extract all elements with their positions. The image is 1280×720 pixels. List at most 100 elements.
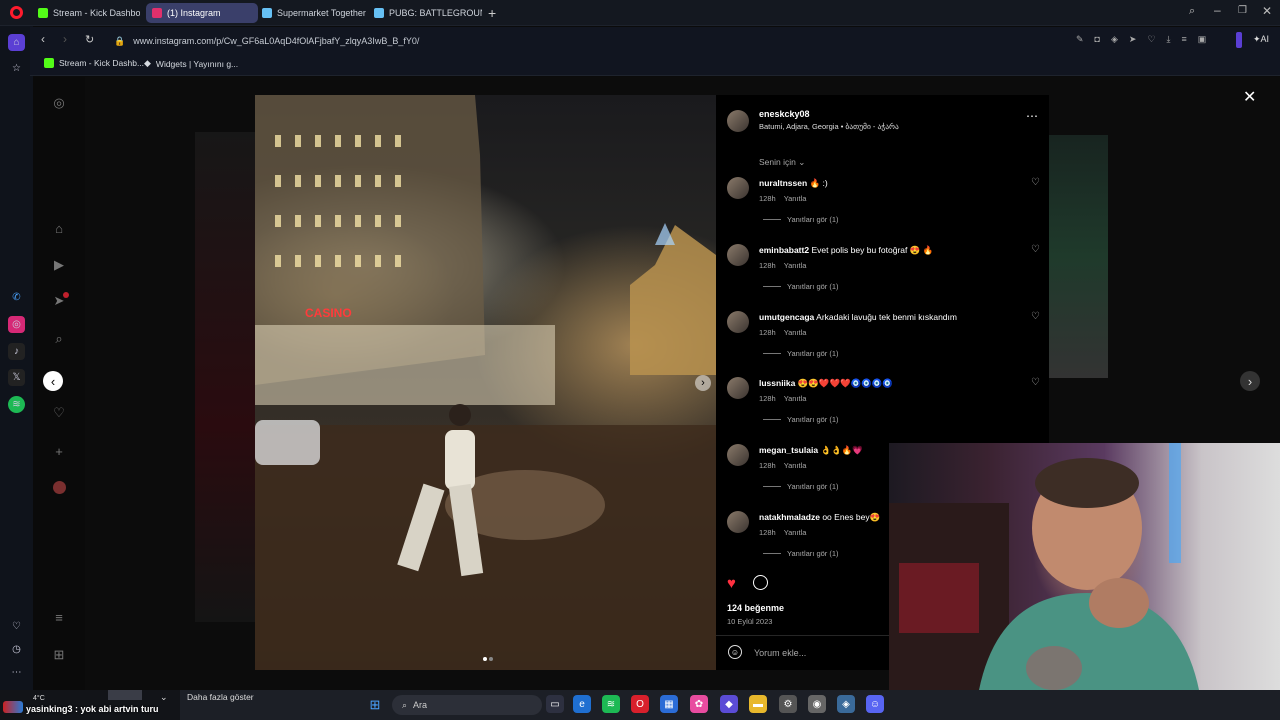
close-modal-icon[interactable]: ✕: [1243, 87, 1256, 107]
reply-button[interactable]: Yanıtla: [784, 261, 807, 270]
comment-like-icon[interactable]: ♡: [1031, 177, 1040, 188]
spotify-icon[interactable]: ≋: [8, 396, 25, 413]
reply-button[interactable]: Yanıtla: [784, 394, 807, 403]
notifications-heart-icon[interactable]: ♡: [50, 404, 68, 422]
view-replies-button[interactable]: Yanıtları gör (1): [763, 415, 839, 424]
maximize-icon[interactable]: ❐: [1238, 5, 1247, 16]
like-heart-icon[interactable]: ♥: [727, 575, 736, 592]
edit-icon[interactable]: ✎: [1076, 34, 1084, 45]
bookmarks-icon[interactable]: ☆: [8, 60, 25, 77]
commenter-avatar[interactable]: [727, 243, 749, 266]
more-menu-icon[interactable]: ≡: [50, 608, 68, 626]
view-replies-button[interactable]: Yanıtları gör (1): [763, 549, 839, 558]
comment-filter[interactable]: Senin için ⌄: [759, 157, 805, 168]
close-window-icon[interactable]: ✕: [1262, 4, 1272, 18]
steam-taskbar-icon[interactable]: ⚙: [779, 695, 797, 713]
app-icon-3[interactable]: ◈: [837, 695, 855, 713]
home-icon[interactable]: ⌂: [8, 34, 25, 51]
post-image[interactable]: CASINO ›: [255, 95, 716, 670]
more-options-icon[interactable]: ⋯: [1026, 109, 1038, 123]
taskbar-search[interactable]: ⌕ Ara: [392, 695, 542, 715]
favorite-icon[interactable]: ♡: [1147, 34, 1155, 45]
app-icon-2[interactable]: ◆: [720, 695, 738, 713]
bookmark-kick[interactable]: Stream - Kick Dashb...: [44, 58, 144, 68]
comment-like-icon[interactable]: ♡: [1031, 244, 1040, 255]
forward-icon[interactable]: ›: [63, 32, 67, 46]
reply-button[interactable]: Yanıtla: [784, 194, 807, 203]
shield-icon[interactable]: ◈: [1111, 34, 1118, 45]
messenger-icon[interactable]: ✆: [8, 289, 25, 306]
commenter-avatar[interactable]: [727, 310, 749, 333]
comment-like-icon[interactable]: ♡: [1031, 377, 1040, 388]
camera-icon[interactable]: ◘: [1095, 34, 1100, 45]
opera-logo-icon[interactable]: [10, 6, 23, 19]
create-icon[interactable]: +: [50, 442, 68, 460]
commenter-avatar[interactable]: [727, 511, 749, 533]
emoji-icon[interactable]: ☺: [728, 645, 742, 659]
more-icon[interactable]: ⋯: [8, 664, 25, 681]
comment-icon[interactable]: [753, 575, 768, 590]
heart-icon[interactable]: ♡: [8, 618, 25, 635]
comment-user[interactable]: umutgencaga: [759, 312, 814, 322]
tiktok-icon[interactable]: ♪: [8, 343, 25, 360]
reply-button[interactable]: Yanıtla: [784, 528, 807, 537]
search-tabs-icon[interactable]: ⌕: [1189, 5, 1195, 18]
wallet-icon[interactable]: ▣: [1198, 34, 1207, 45]
tab-3[interactable]: PUBG: BATTLEGROUNDS: [368, 3, 482, 23]
back-icon[interactable]: ‹: [41, 32, 45, 46]
search-nav-icon[interactable]: ⌕: [50, 330, 68, 348]
view-replies-button[interactable]: Yanıtları gör (1): [763, 349, 839, 358]
comment-user[interactable]: lussniika: [759, 378, 795, 388]
profile-avatar[interactable]: [53, 481, 66, 494]
likes-count[interactable]: 124 beğenme: [727, 603, 784, 613]
bookmark-widgets[interactable]: ◆ Widgets | Yayınını g...: [144, 58, 238, 69]
spotify-taskbar-icon[interactable]: ≋: [602, 695, 620, 713]
reload-icon[interactable]: ↻: [85, 33, 94, 46]
minimize-icon[interactable]: –: [1214, 3, 1221, 17]
windows-start-icon[interactable]: ⊞: [366, 696, 384, 714]
new-tab-icon[interactable]: +: [488, 5, 496, 21]
tab-1[interactable]: (1) Instagram: [146, 3, 258, 23]
discord-icon[interactable]: ☺: [866, 695, 884, 713]
author-avatar[interactable]: [727, 110, 749, 132]
send-icon[interactable]: ➤: [1129, 34, 1137, 45]
view-replies-button[interactable]: Yanıtları gör (1): [763, 482, 839, 491]
prev-post-button[interactable]: ‹: [43, 371, 63, 391]
task-view-icon[interactable]: ▭: [546, 695, 564, 713]
opera-taskbar-icon[interactable]: O: [631, 695, 649, 713]
home-nav-icon[interactable]: ⌂: [50, 219, 68, 237]
reply-button[interactable]: Yanıtla: [784, 461, 807, 470]
history-icon[interactable]: ◷: [8, 641, 25, 658]
author-username[interactable]: eneskcky08: [759, 109, 810, 119]
app-icon[interactable]: ✿: [690, 695, 708, 713]
x-twitter-icon[interactable]: 𝕏: [8, 369, 25, 386]
commenter-avatar[interactable]: [727, 177, 749, 199]
threads-icon[interactable]: ⊞: [50, 646, 68, 664]
tab-2[interactable]: Supermarket Together Ste: [256, 3, 368, 23]
commenter-avatar[interactable]: [727, 377, 749, 400]
commenter-avatar[interactable]: [727, 444, 749, 467]
reply-button[interactable]: Yanıtla: [784, 328, 807, 337]
comment-like-icon[interactable]: ♡: [1031, 311, 1040, 322]
comment-user[interactable]: megan_tsulaia: [759, 445, 818, 455]
obs-icon[interactable]: ◉: [808, 695, 826, 713]
download-icon[interactable]: ⤓: [1167, 34, 1171, 45]
instagram-sidebar-icon[interactable]: ◎: [8, 316, 25, 333]
reels-icon[interactable]: ▶: [50, 256, 68, 274]
view-replies-button[interactable]: Yanıtları gör (1): [763, 215, 839, 224]
tab-0[interactable]: Stream - Kick Dashboard: [32, 3, 140, 23]
weather[interactable]: 4°C: [33, 695, 45, 702]
view-replies-button[interactable]: Yanıtları gör (1): [763, 282, 839, 291]
comment-user[interactable]: nuraltnssen: [759, 178, 807, 188]
file-explorer-icon[interactable]: ▬: [749, 695, 767, 713]
chevron-down-icon[interactable]: ⌄: [160, 692, 168, 703]
sidebar-toggle[interactable]: [1236, 32, 1242, 48]
show-more-button[interactable]: Daha fazla göster: [187, 692, 254, 702]
edge-icon[interactable]: e: [573, 695, 591, 713]
comment-user[interactable]: eminbabatt2: [759, 245, 809, 255]
post-location[interactable]: Batumi, Adjara, Georgia • ბათუმი - აჭარა: [759, 122, 899, 131]
ai-button[interactable]: ✦AI: [1253, 34, 1269, 45]
store-icon[interactable]: ▦: [660, 695, 678, 713]
next-post-button[interactable]: ›: [1240, 371, 1260, 391]
comment-input[interactable]: Yorum ekle...: [754, 648, 806, 658]
